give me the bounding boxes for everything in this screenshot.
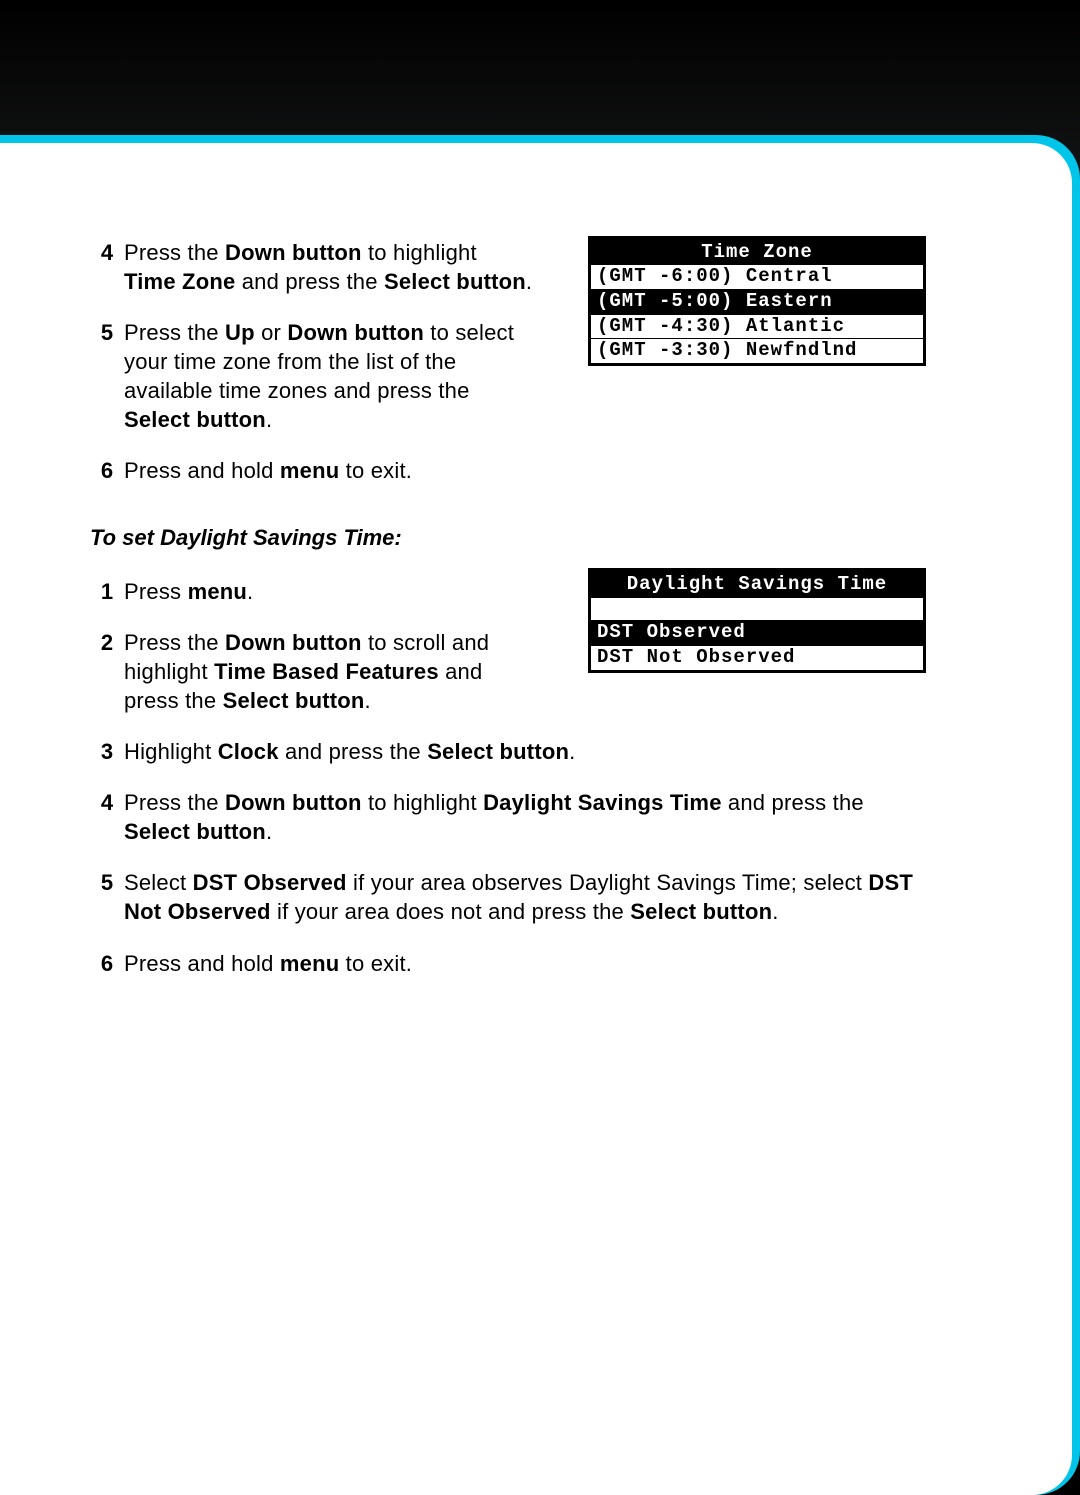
step-item: 3Highlight Clock and press the Select bu… xyxy=(90,737,1040,766)
step-number: 5 xyxy=(90,868,124,926)
step-number: 5 xyxy=(90,318,124,434)
lcd-title: Time Zone xyxy=(591,239,923,265)
lcd-row-selected: (GMT -5:00) Eastern xyxy=(591,289,923,314)
step-number: 6 xyxy=(90,456,124,485)
step-item: 4Press the Down button to highlight Dayl… xyxy=(90,788,1040,846)
section-heading-dst: To set Daylight Savings Time: xyxy=(90,525,1040,551)
step-text: Press and hold menu to exit. xyxy=(124,949,412,978)
step-number: 2 xyxy=(90,628,124,715)
step-text: Press menu. xyxy=(124,577,253,606)
lcd-row: (GMT -3:30) Newfndlnd xyxy=(591,338,923,363)
step-item: 5Select DST Observed if your area observ… xyxy=(90,868,1040,926)
manual-page: 4Press the Down button to highlight Time… xyxy=(0,143,1072,1495)
step-number: 6 xyxy=(90,949,124,978)
lcd-title: Daylight Savings Time xyxy=(591,571,923,597)
page-content: 4Press the Down button to highlight Time… xyxy=(90,238,1040,1000)
lcd-row: (GMT -4:30) Atlantic xyxy=(591,314,923,339)
step-text: Select DST Observed if your area observe… xyxy=(124,868,914,926)
step-item: 6Press and hold menu to exit. xyxy=(90,456,1040,485)
step-number: 4 xyxy=(90,238,124,296)
step-text: Press the Down button to highlight Dayli… xyxy=(124,788,914,846)
step-number: 1 xyxy=(90,577,124,606)
lcd-screenshot-timezone: Time Zone (GMT -6:00) Central(GMT -5:00)… xyxy=(588,236,926,366)
lcd-screenshot-dst: Daylight Savings Time DST ObservedDST No… xyxy=(588,568,926,673)
step-text: Press the Down button to scroll and high… xyxy=(124,628,534,715)
step-number: 4 xyxy=(90,788,124,846)
lcd-blank-row xyxy=(591,597,923,620)
lcd-row-selected: DST Observed xyxy=(591,620,923,645)
lcd-row: (GMT -6:00) Central xyxy=(591,265,923,289)
step-text: Press and hold menu to exit. xyxy=(124,456,412,485)
lcd-row: DST Not Observed xyxy=(591,645,923,670)
step-text: Highlight Clock and press the Select but… xyxy=(124,737,575,766)
step-item: 6Press and hold menu to exit. xyxy=(90,949,1040,978)
step-text: Press the Up or Down button to select yo… xyxy=(124,318,534,434)
step-number: 3 xyxy=(90,737,124,766)
step-text: Press the Down button to highlight Time … xyxy=(124,238,534,296)
